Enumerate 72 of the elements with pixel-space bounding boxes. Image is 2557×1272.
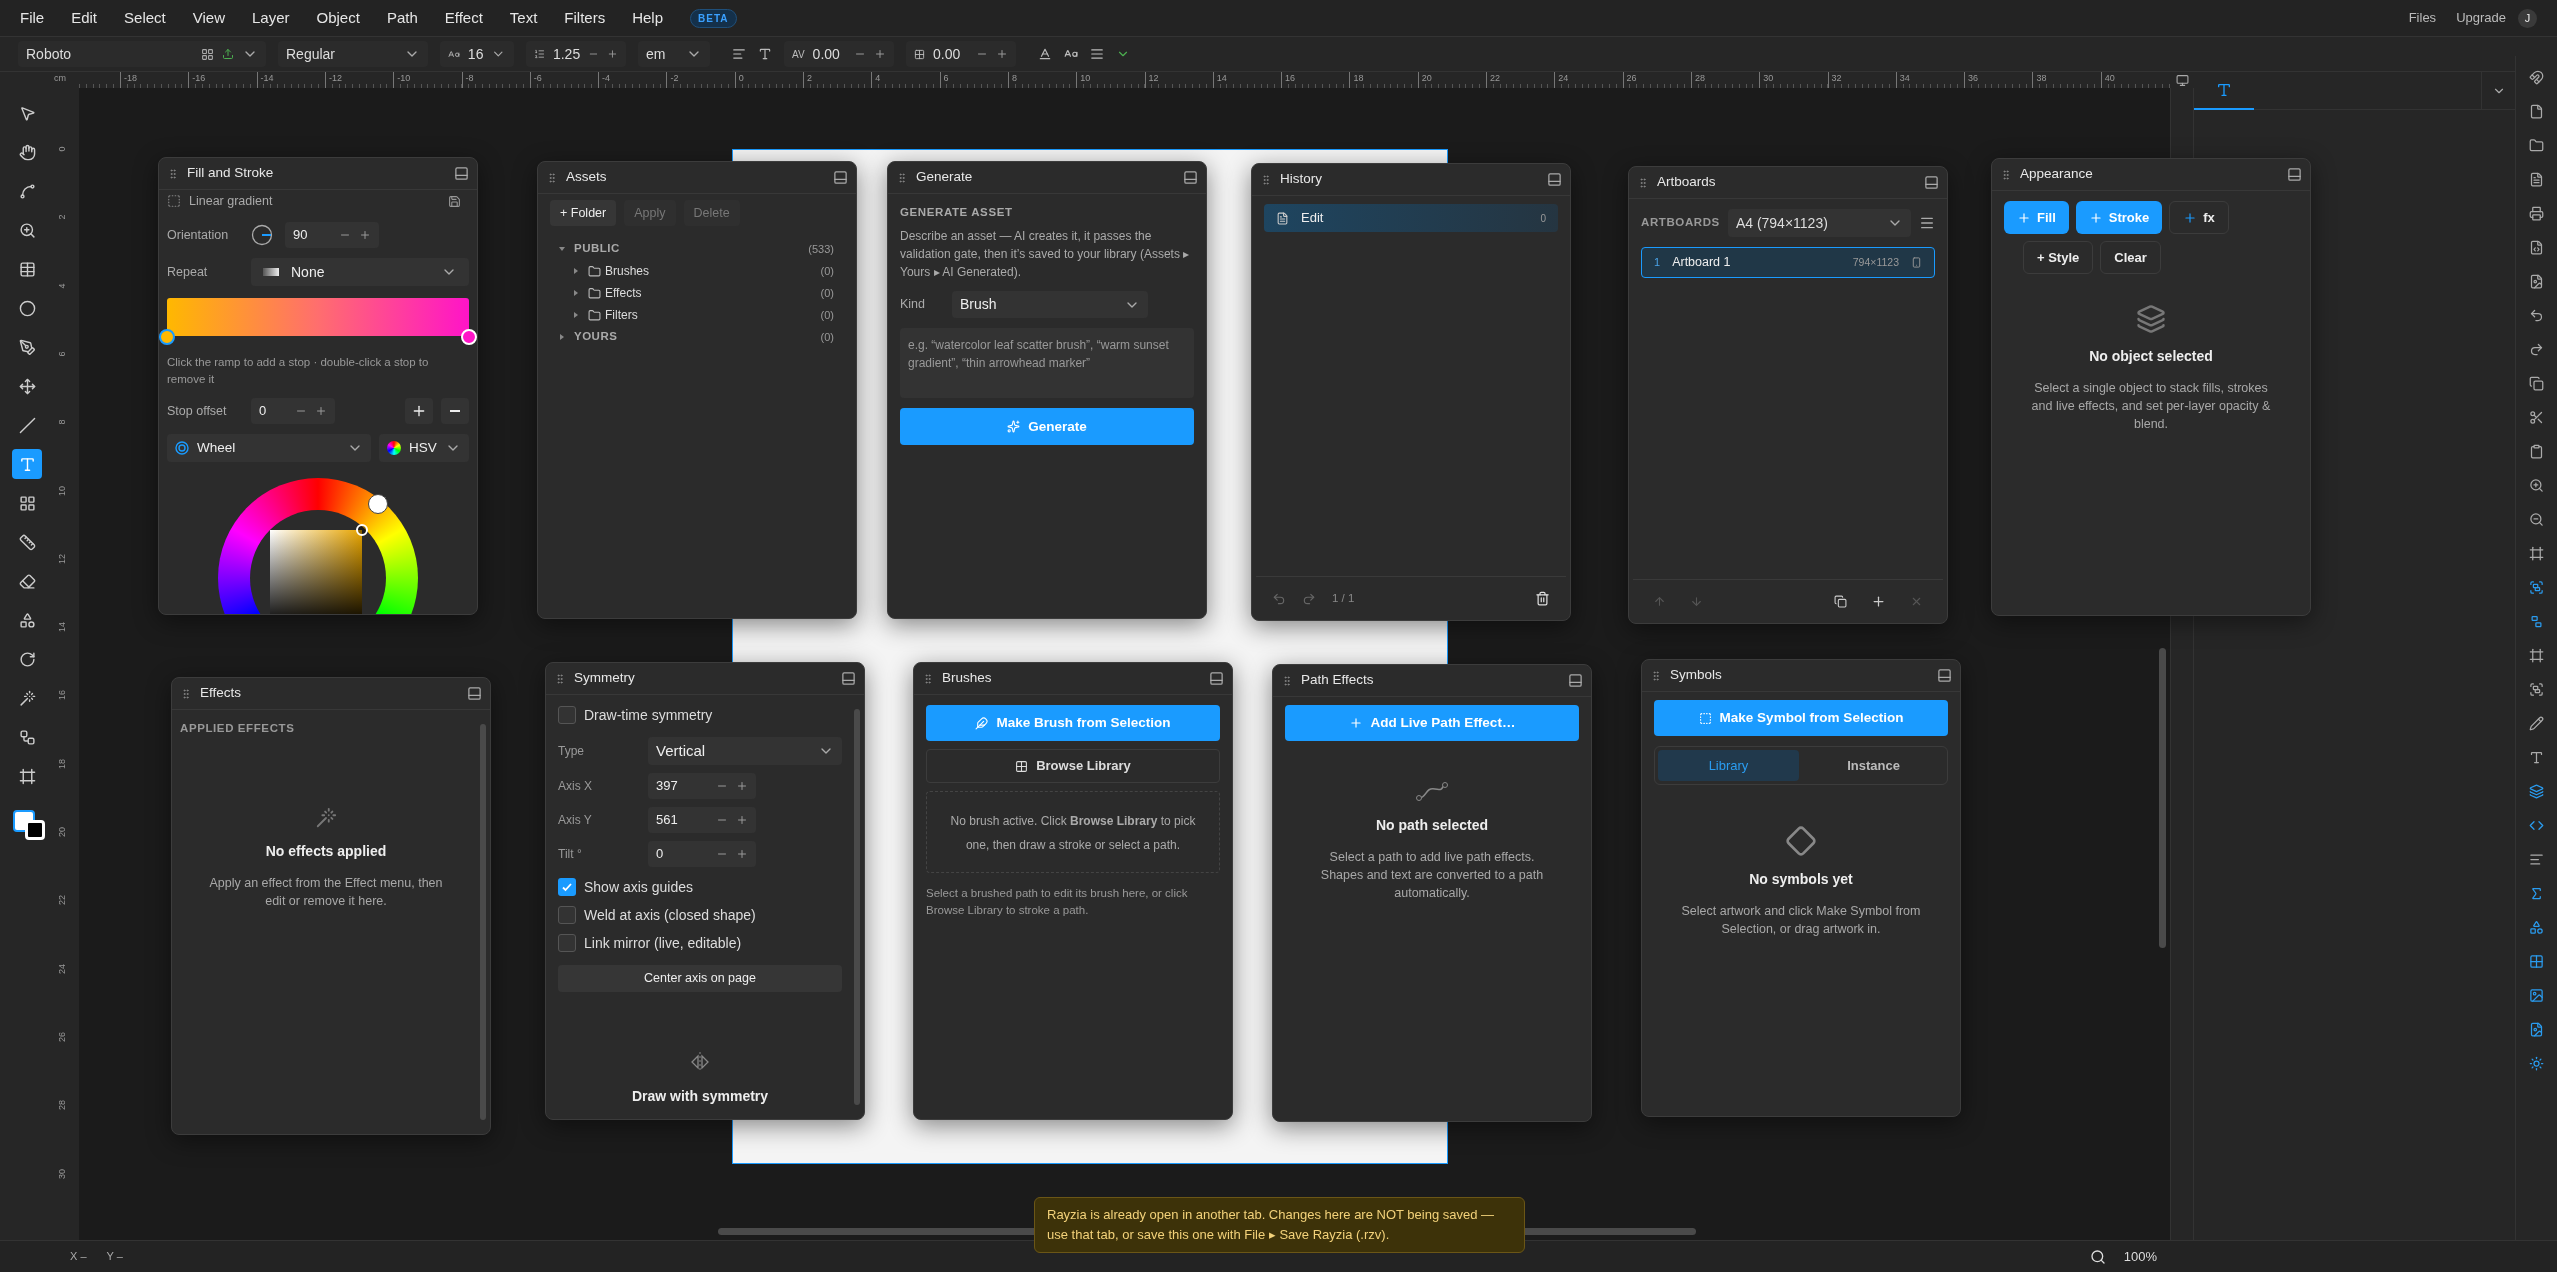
artboard-size: 794×1123 xyxy=(1852,254,1899,270)
description: Describe an asset — AI creates it, it passes the validation gate, then it’s saved to your library (Assets ▸ Yours ▸ AI Generated). xyxy=(900,228,1191,282)
ruler-label: 8 xyxy=(57,418,69,427)
empty-title: No effects applied xyxy=(265,842,387,862)
ruler-label: 2 xyxy=(57,213,69,222)
ruler-label: 16 xyxy=(57,689,69,703)
brush-note: No brush active. Click Browse Library to pick one, then draw a stroke or select a path. xyxy=(950,814,1196,852)
empty-text: Select artwork and click Make Symbol from Selection, or drag artwork in. xyxy=(1680,903,1922,938)
empty-title: No symbols yet xyxy=(1749,870,1853,889)
panel-title: Assets xyxy=(566,168,608,187)
ruler-label: 22 xyxy=(57,894,69,908)
checkbox-label: Link mirror (live, editable) xyxy=(584,933,742,953)
field-label: Axis X xyxy=(558,778,593,795)
empty-title: No path selected xyxy=(1376,816,1488,835)
panel-title: Path Effects xyxy=(1301,671,1375,690)
empty-text: Select a path to add live path effects. Shapes and text are converted to a path automatically. xyxy=(1319,849,1545,902)
history-count: 0 xyxy=(1540,211,1546,226)
ruler-label: 24 xyxy=(57,962,69,976)
item-count: (533) xyxy=(808,241,835,257)
brush-hint: Select a brushed path to edit its brush here, or click Browse Library to stroke a path. xyxy=(926,886,1189,918)
panel-title: Artboards xyxy=(1657,173,1717,192)
ruler-label: 14 xyxy=(57,621,69,635)
ruler-label: 20 xyxy=(57,826,69,839)
item-count: (0) xyxy=(820,285,835,301)
section-heading: ARTBOARDS xyxy=(1641,215,1720,231)
item-count: (0) xyxy=(820,307,835,323)
panel-title: Brushes xyxy=(942,669,993,688)
ruler-label: 0 xyxy=(57,145,69,154)
ruler-label: 4 xyxy=(57,282,69,291)
ruler-label: 12 xyxy=(57,552,69,566)
gradient-hint: Click the ramp to add a stop · double-click a stop to remove it xyxy=(167,355,430,387)
item-count: (0) xyxy=(820,329,835,345)
panel-title: Appearance xyxy=(2020,165,2094,184)
checkbox-label: Draw-time symmetry xyxy=(584,705,713,725)
field-label: Type xyxy=(558,743,585,760)
ruler-label: 6 xyxy=(57,350,69,359)
field-label: Axis Y xyxy=(558,812,593,829)
field-label: Repeat xyxy=(167,263,209,281)
ruler-label: 18 xyxy=(57,757,69,771)
warning-toast: Rayzia is already open in another tab. Changes here are NOT being saved — use that tab, or save this one with File ▸ Save Rayzia (.rzv). xyxy=(1034,1197,1525,1253)
field-label: Tilt ° xyxy=(558,846,583,863)
empty-title: No object selected xyxy=(2089,347,2213,366)
x-coordinate: X – xyxy=(70,1249,87,1265)
panel-title: Symmetry xyxy=(574,669,636,688)
field-label: Orientation xyxy=(167,226,230,244)
panel-title: Fill and Stroke xyxy=(187,164,275,183)
empty-title: Draw with symmetry xyxy=(631,1087,769,1106)
ruler-label: 28 xyxy=(57,1099,69,1113)
history-position: 1 / 1 xyxy=(1332,590,1356,606)
empty-text: Select a single object to stack fills, strokes and live effects, and set per-layer opacity & blend. xyxy=(2030,380,2272,433)
history-label: Edit xyxy=(1301,209,1325,228)
beta-badge: BETA xyxy=(690,8,737,28)
section-heading: APPLIED EFFECTS xyxy=(180,721,296,736)
panel-title: Generate xyxy=(916,168,974,187)
panel-title: Symbols xyxy=(1670,666,1723,685)
checkbox-label: Weld at axis (closed shape) xyxy=(584,905,756,925)
artboard-name: Artboard 1 xyxy=(1672,254,1732,272)
ruler-label: 10 xyxy=(57,484,69,498)
artboard-index: 1 xyxy=(1654,255,1661,271)
gradient-type: Linear gradient xyxy=(189,192,274,210)
ruler-unit: cm xyxy=(54,72,79,88)
ruler-label: 30 xyxy=(57,1167,69,1181)
field-label: Stop offset xyxy=(167,402,228,420)
section-heading: GENERATE ASSET xyxy=(900,205,1014,220)
panel-title: History xyxy=(1280,170,1323,189)
field-label: Kind xyxy=(900,296,927,314)
empty-text: Apply an effect from the Effect menu, then edit or remove it here. xyxy=(208,875,444,911)
ruler-label: 26 xyxy=(57,1030,69,1044)
item-count: (0) xyxy=(820,263,835,279)
y-coordinate: Y – xyxy=(106,1249,123,1265)
panel-title: Effects xyxy=(200,684,243,703)
checkbox-label: Show axis guides xyxy=(584,877,693,897)
